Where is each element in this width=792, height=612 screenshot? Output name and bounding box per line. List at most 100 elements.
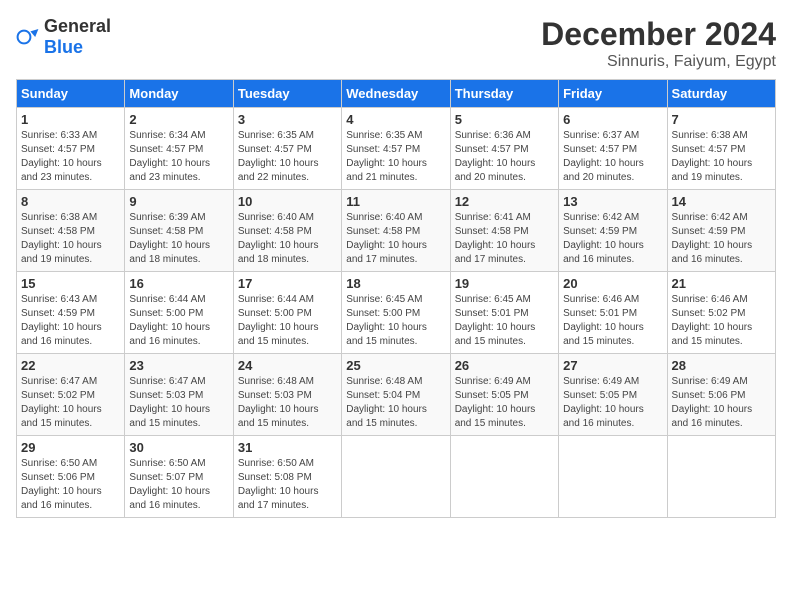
calendar-cell: 8 Sunrise: 6:38 AMSunset: 4:58 PMDaylight… — [17, 190, 125, 272]
logo-icon — [16, 25, 40, 49]
day-info: Sunrise: 6:49 AMSunset: 5:05 PMDaylight:… — [455, 375, 554, 431]
day-number: 10 — [238, 194, 337, 209]
day-number: 20 — [563, 276, 662, 291]
day-info: Sunrise: 6:39 AMSunset: 4:58 PMDaylight:… — [129, 211, 228, 267]
day-info: Sunrise: 6:48 AMSunset: 5:04 PMDaylight:… — [346, 375, 445, 431]
day-info: Sunrise: 6:47 AMSunset: 5:03 PMDaylight:… — [129, 375, 228, 431]
calendar-cell: 15 Sunrise: 6:43 AMSunset: 4:59 PMDayligh… — [17, 272, 125, 354]
calendar-cell: 31 Sunrise: 6:50 AMSunset: 5:08 PMDayligh… — [233, 436, 341, 518]
calendar-table: SundayMondayTuesdayWednesdayThursdayFrid… — [16, 79, 776, 518]
day-info: Sunrise: 6:47 AMSunset: 5:02 PMDaylight:… — [21, 375, 120, 431]
calendar-cell: 29Sunrise: 6:50 AMSunset: 5:06 PMDayligh… — [17, 436, 125, 518]
weekday-header-sunday: Sunday — [17, 80, 125, 108]
calendar-cell: 13 Sunrise: 6:42 AMSunset: 4:59 PMDayligh… — [559, 190, 667, 272]
day-number: 18 — [346, 276, 445, 291]
day-info: Sunrise: 6:49 AMSunset: 5:06 PMDaylight:… — [672, 375, 771, 431]
day-info: Sunrise: 6:43 AMSunset: 4:59 PMDaylight:… — [21, 293, 120, 349]
day-info: Sunrise: 6:50 AMSunset: 5:08 PMDaylight:… — [238, 457, 337, 513]
weekday-header-tuesday: Tuesday — [233, 80, 341, 108]
day-info: Sunrise: 6:37 AMSunset: 4:57 PMDaylight:… — [563, 129, 662, 185]
day-info: Sunrise: 6:44 AMSunset: 5:00 PMDaylight:… — [129, 293, 228, 349]
calendar-week-row: 8 Sunrise: 6:38 AMSunset: 4:58 PMDaylight… — [17, 190, 776, 272]
day-number: 24 — [238, 358, 337, 373]
day-info: Sunrise: 6:42 AMSunset: 4:59 PMDaylight:… — [563, 211, 662, 267]
day-number: 4 — [346, 112, 445, 127]
calendar-cell — [559, 436, 667, 518]
calendar-cell: 22 Sunrise: 6:47 AMSunset: 5:02 PMDayligh… — [17, 354, 125, 436]
calendar-week-row: 22 Sunrise: 6:47 AMSunset: 5:02 PMDayligh… — [17, 354, 776, 436]
day-info: Sunrise: 6:35 AMSunset: 4:57 PMDaylight:… — [346, 129, 445, 185]
day-number: 15 — [21, 276, 120, 291]
day-info: Sunrise: 6:40 AMSunset: 4:58 PMDaylight:… — [238, 211, 337, 267]
calendar-week-row: 1Sunrise: 6:33 AMSunset: 4:57 PMDaylight… — [17, 108, 776, 190]
calendar-cell: 24 Sunrise: 6:48 AMSunset: 5:03 PMDayligh… — [233, 354, 341, 436]
calendar-cell: 3Sunrise: 6:35 AMSunset: 4:57 PMDaylight… — [233, 108, 341, 190]
calendar-cell: 7Sunrise: 6:38 AMSunset: 4:57 PMDaylight… — [667, 108, 775, 190]
day-number: 19 — [455, 276, 554, 291]
day-info: Sunrise: 6:38 AMSunset: 4:57 PMDaylight:… — [672, 129, 771, 185]
day-info: Sunrise: 6:36 AMSunset: 4:57 PMDaylight:… — [455, 129, 554, 185]
day-number: 27 — [563, 358, 662, 373]
day-number: 26 — [455, 358, 554, 373]
day-info: Sunrise: 6:45 AMSunset: 5:01 PMDaylight:… — [455, 293, 554, 349]
month-title: December 2024 — [541, 16, 776, 53]
day-number: 22 — [21, 358, 120, 373]
day-number: 9 — [129, 194, 228, 209]
calendar-cell: 19 Sunrise: 6:45 AMSunset: 5:01 PMDayligh… — [450, 272, 558, 354]
calendar-cell: 5 Sunrise: 6:36 AMSunset: 4:57 PMDaylight… — [450, 108, 558, 190]
day-info: Sunrise: 6:50 AMSunset: 5:06 PMDaylight:… — [21, 457, 120, 513]
calendar-cell: 2 Sunrise: 6:34 AMSunset: 4:57 PMDaylight… — [125, 108, 233, 190]
day-number: 17 — [238, 276, 337, 291]
logo: General Blue — [16, 16, 111, 58]
calendar-cell: 30Sunrise: 6:50 AMSunset: 5:07 PMDayligh… — [125, 436, 233, 518]
weekday-header-wednesday: Wednesday — [342, 80, 450, 108]
weekday-header-thursday: Thursday — [450, 80, 558, 108]
calendar-cell: 20 Sunrise: 6:46 AMSunset: 5:01 PMDayligh… — [559, 272, 667, 354]
calendar-week-row: 15 Sunrise: 6:43 AMSunset: 4:59 PMDayligh… — [17, 272, 776, 354]
day-info: Sunrise: 6:34 AMSunset: 4:57 PMDaylight:… — [129, 129, 228, 185]
location-title: Sinnuris, Faiyum, Egypt — [541, 53, 776, 71]
calendar-cell: 18 Sunrise: 6:45 AMSunset: 5:00 PMDayligh… — [342, 272, 450, 354]
calendar-cell: 28Sunrise: 6:49 AMSunset: 5:06 PMDayligh… — [667, 354, 775, 436]
day-info: Sunrise: 6:46 AMSunset: 5:02 PMDaylight:… — [672, 293, 771, 349]
day-number: 5 — [455, 112, 554, 127]
calendar-cell: 25 Sunrise: 6:48 AMSunset: 5:04 PMDayligh… — [342, 354, 450, 436]
day-info: Sunrise: 6:46 AMSunset: 5:01 PMDaylight:… — [563, 293, 662, 349]
weekday-header-friday: Friday — [559, 80, 667, 108]
calendar-cell: 9 Sunrise: 6:39 AMSunset: 4:58 PMDaylight… — [125, 190, 233, 272]
logo-text: General Blue — [44, 16, 111, 58]
calendar-cell — [450, 436, 558, 518]
calendar-cell — [342, 436, 450, 518]
day-number: 23 — [129, 358, 228, 373]
day-number: 13 — [563, 194, 662, 209]
day-info: Sunrise: 6:44 AMSunset: 5:00 PMDaylight:… — [238, 293, 337, 349]
day-info: Sunrise: 6:40 AMSunset: 4:58 PMDaylight:… — [346, 211, 445, 267]
day-info: Sunrise: 6:38 AMSunset: 4:58 PMDaylight:… — [21, 211, 120, 267]
weekday-header-row: SundayMondayTuesdayWednesdayThursdayFrid… — [17, 80, 776, 108]
day-number: 25 — [346, 358, 445, 373]
calendar-cell: 4 Sunrise: 6:35 AMSunset: 4:57 PMDaylight… — [342, 108, 450, 190]
day-number: 16 — [129, 276, 228, 291]
calendar-cell: 10 Sunrise: 6:40 AMSunset: 4:58 PMDayligh… — [233, 190, 341, 272]
day-number: 6 — [563, 112, 662, 127]
day-number: 12 — [455, 194, 554, 209]
day-number: 1 — [21, 112, 120, 127]
weekday-header-saturday: Saturday — [667, 80, 775, 108]
calendar-cell: 6 Sunrise: 6:37 AMSunset: 4:57 PMDaylight… — [559, 108, 667, 190]
day-info: Sunrise: 6:48 AMSunset: 5:03 PMDaylight:… — [238, 375, 337, 431]
calendar-cell: 16 Sunrise: 6:44 AMSunset: 5:00 PMDayligh… — [125, 272, 233, 354]
calendar-cell — [667, 436, 775, 518]
calendar-cell: 21Sunrise: 6:46 AMSunset: 5:02 PMDayligh… — [667, 272, 775, 354]
day-number: 2 — [129, 112, 228, 127]
day-info: Sunrise: 6:41 AMSunset: 4:58 PMDaylight:… — [455, 211, 554, 267]
calendar-cell: 11Sunrise: 6:40 AMSunset: 4:58 PMDayligh… — [342, 190, 450, 272]
page-header: General Blue December 2024 Sinnuris, Fai… — [16, 16, 776, 71]
calendar-cell: 23 Sunrise: 6:47 AMSunset: 5:03 PMDayligh… — [125, 354, 233, 436]
day-number: 31 — [238, 440, 337, 455]
day-number: 8 — [21, 194, 120, 209]
day-info: Sunrise: 6:45 AMSunset: 5:00 PMDaylight:… — [346, 293, 445, 349]
calendar-cell: 14Sunrise: 6:42 AMSunset: 4:59 PMDayligh… — [667, 190, 775, 272]
day-info: Sunrise: 6:35 AMSunset: 4:57 PMDaylight:… — [238, 129, 337, 185]
calendar-week-row: 29Sunrise: 6:50 AMSunset: 5:06 PMDayligh… — [17, 436, 776, 518]
calendar-cell: 26 Sunrise: 6:49 AMSunset: 5:05 PMDayligh… — [450, 354, 558, 436]
